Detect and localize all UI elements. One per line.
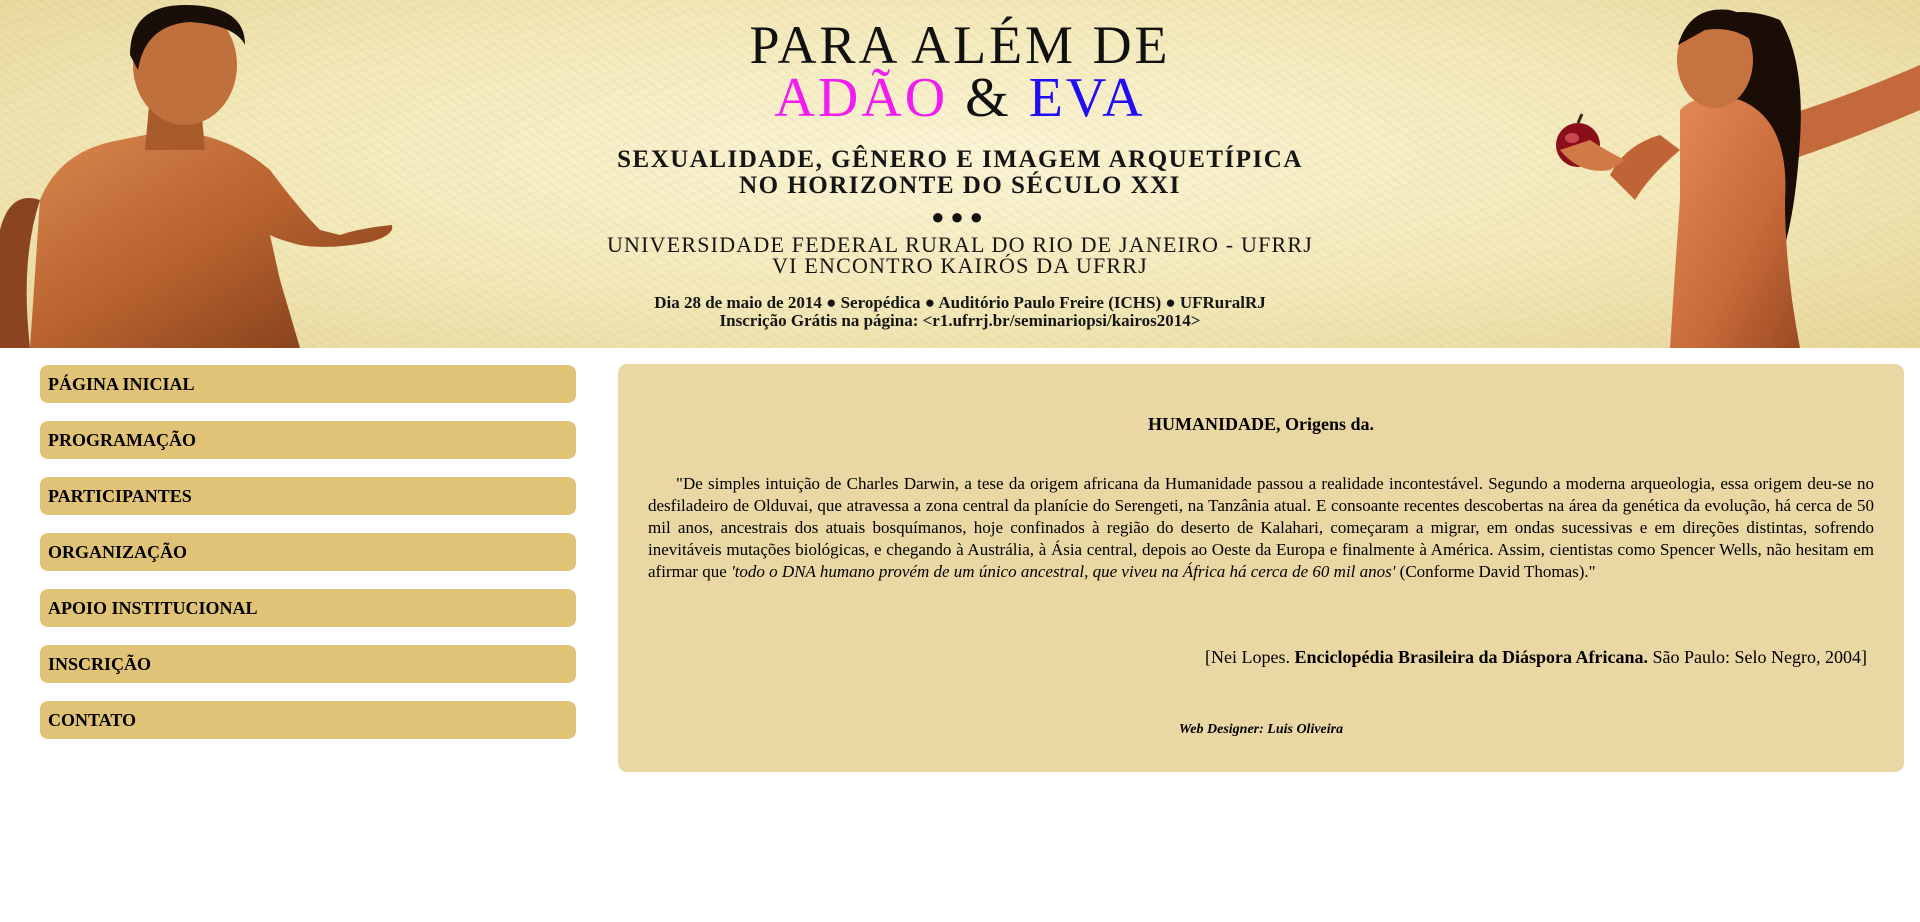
nav-item-contato[interactable]: CONTATO — [40, 701, 576, 739]
banner-subtitle-line2: NO HORIZONTE DO SÉCULO XXI — [739, 172, 1181, 199]
citation-book: Enciclopédia Brasileira da Diáspora Afri… — [1294, 647, 1649, 667]
nav-item-apoio-institucional[interactable]: APOIO INSTITUCIONAL — [40, 589, 576, 627]
main-content-panel: HUMANIDADE, Origens da. "De simples intu… — [618, 364, 1904, 772]
article-quote: "De simples intuição de Charles Darwin, … — [648, 473, 1874, 583]
article-title: HUMANIDADE, Origens da. — [1147, 414, 1374, 434]
sidebar-nav: PÁGINA INICIAL PROGRAMAÇÃO PARTICIPANTES… — [40, 365, 576, 757]
banner-title-adao: ADÃO — [774, 67, 949, 129]
nav-item-label: CONTATO — [48, 709, 137, 730]
banner-registration-line: Inscrição Grátis na página: <r1.ufrrj.br… — [719, 311, 1201, 330]
web-designer-credit: Web Designer: Luis Oliveira — [1178, 722, 1344, 737]
banner-title-eva: EVA — [1028, 67, 1146, 129]
banner-separator: ●●● — [931, 204, 989, 229]
nav-item-participantes[interactable]: PARTICIPANTES — [40, 477, 576, 515]
nav-item-pagina-inicial[interactable]: PÁGINA INICIAL — [40, 365, 576, 403]
nav-item-organizacao[interactable]: ORGANIZAÇÃO — [40, 533, 576, 571]
banner-event: VI ENCONTRO KAIRÓS DA UFRRJ — [772, 253, 1148, 278]
nav-item-inscricao[interactable]: INSCRIÇÃO — [40, 645, 576, 683]
banner-title-line2: ADÃO & EVA — [0, 66, 1920, 130]
article-citation: [Nei Lopes. Enciclopédia Brasileira da D… — [1205, 647, 1867, 668]
banner-title-ampersand: & — [965, 67, 1012, 129]
nav-item-label: APOIO INSTITUCIONAL — [48, 597, 258, 618]
nav-item-label: ORGANIZAÇÃO — [48, 541, 188, 562]
nav-item-label: INSCRIÇÃO — [48, 653, 152, 674]
header-banner: PARA ALÉM DE ADÃO & EVA SEXUALIDADE, GÊN… — [0, 0, 1920, 348]
banner-date-line: Dia 28 de maio de 2014 ● Seropédica ● Au… — [654, 293, 1266, 312]
nav-item-programacao[interactable]: PROGRAMAÇÃO — [40, 421, 576, 459]
citation-author: [Nei Lopes. — [1205, 647, 1295, 667]
quote-italic-text: 'todo o DNA humano provém de um único an… — [731, 562, 1396, 581]
nav-item-label: PARTICIPANTES — [48, 485, 192, 506]
nav-item-label: PROGRAMAÇÃO — [48, 429, 196, 450]
nav-item-label: PÁGINA INICIAL — [48, 373, 195, 394]
citation-publisher: São Paulo: Selo Negro, 2004] — [1648, 647, 1867, 667]
quote-end-text: (Conforme David Thomas)." — [1395, 562, 1596, 581]
banner-subtitle-line1: SEXUALIDADE, GÊNERO E IMAGEM ARQUETÍPICA — [617, 146, 1303, 173]
